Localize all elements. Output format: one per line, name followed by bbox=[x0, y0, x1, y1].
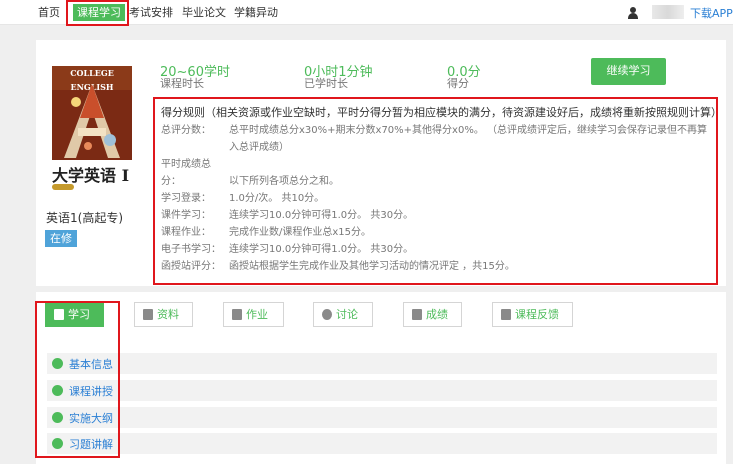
chat-bubble-icon bbox=[322, 309, 332, 320]
username-redacted bbox=[652, 5, 684, 19]
tab-materials[interactable]: 资料 bbox=[134, 302, 193, 327]
rule-label: 总评分数： bbox=[161, 125, 211, 136]
document-icon bbox=[143, 309, 153, 320]
rule-text: 函授站根据学生完成作业及其他学习活动的情况评定 ，共15分。 bbox=[229, 261, 515, 272]
cover-title: 大学英语 I bbox=[52, 166, 130, 185]
nav-home[interactable]: 首页 bbox=[38, 4, 60, 21]
list-item-exercises[interactable]: 习题讲解 bbox=[47, 433, 717, 454]
rule-row: 课件学习： 连续学习10.0分钟可得1.0分。 共30分。 bbox=[161, 207, 710, 224]
edit-icon bbox=[232, 309, 242, 320]
stat-hours-label: 课程时长 bbox=[160, 77, 204, 90]
rule-row: 函授站评分： 函授站根据学生完成作业及其他学习活动的情况评定 ，共15分。 bbox=[161, 258, 710, 275]
nav-exam-schedule[interactable]: 考试安排 bbox=[129, 4, 173, 21]
rule-text: 连续学习10.0分钟可得1.0分。 共30分。 bbox=[229, 210, 414, 221]
rule-text: 连续学习10.0分钟可得1.0分。 共30分。 bbox=[229, 244, 414, 255]
rule-label: 课件学习： bbox=[161, 210, 211, 221]
list-item-basic-info[interactable]: 基本信息 bbox=[47, 353, 717, 374]
course-name: 英语1(高起专) bbox=[46, 211, 123, 225]
highlight-box-nav bbox=[66, 0, 129, 26]
tab-label: 讨论 bbox=[336, 308, 358, 321]
rule-label: 课程作业： bbox=[161, 227, 211, 238]
rule-text: 总平时成绩总分x30%+期末分数x70%+其他得分x0%。 （总评成绩评定后，继… bbox=[229, 125, 708, 153]
rule-row: 电子书学习： 连续学习10.0分钟可得1.0分。 共30分。 bbox=[161, 241, 710, 258]
tab-feedback[interactable]: 课程反馈 bbox=[492, 302, 573, 327]
status-badge: 在修 bbox=[45, 230, 77, 247]
rule-text: 1.0分/次。 共10分。 bbox=[229, 193, 325, 204]
tab-label: 作业 bbox=[246, 308, 268, 321]
course-cover: COLLEGE ENGLISH 大学英语 I bbox=[52, 66, 132, 194]
rule-text: 完成作业数/课程作业总x15分。 bbox=[229, 227, 372, 238]
rule-label: 平时成绩总分： bbox=[161, 159, 211, 187]
rule-label: 学习登录： bbox=[161, 193, 211, 204]
rule-row: 课程作业： 完成作业数/课程作业总x15分。 bbox=[161, 224, 710, 241]
rule-row: 平时成绩总分： 以下所列各项总分之和。 bbox=[161, 156, 710, 190]
score-rules-panel: 得分规则（相关资源或作业空缺时，平时分得分暂为相应模块的满分，待资源建设好后，成… bbox=[153, 97, 722, 285]
edit-icon bbox=[501, 309, 511, 320]
tab-label: 课程反馈 bbox=[515, 308, 559, 321]
list-item-syllabus[interactable]: 实施大纲 bbox=[47, 407, 717, 428]
tab-label: 资料 bbox=[157, 308, 179, 321]
stat-score-label: 得分 bbox=[447, 77, 469, 90]
rule-label: 函授站评分： bbox=[161, 261, 221, 272]
nav-thesis[interactable]: 毕业论文 bbox=[182, 4, 226, 21]
clipboard-icon bbox=[412, 309, 422, 320]
download-app-link[interactable]: 下载APP bbox=[690, 5, 733, 21]
cover-art-icon bbox=[64, 84, 120, 158]
tab-label: 成绩 bbox=[426, 308, 448, 321]
user-icon[interactable] bbox=[628, 7, 638, 19]
highlight-box-sidebar bbox=[35, 301, 120, 458]
tab-discussion[interactable]: 讨论 bbox=[313, 302, 373, 327]
rules-title: 得分规则（相关资源或作业空缺时，平时分得分暂为相应模块的满分，待资源建设好后，成… bbox=[161, 106, 722, 119]
publisher-logo bbox=[52, 184, 74, 190]
tab-homework[interactable]: 作业 bbox=[223, 302, 284, 327]
rule-label: 电子书学习： bbox=[161, 244, 221, 255]
rule-text: 以下所列各项总分之和。 bbox=[229, 176, 339, 187]
rule-row: 总评分数： 总平时成绩总分x30%+期末分数x70%+其他得分x0%。 （总评成… bbox=[161, 122, 710, 156]
rule-row: 学习登录： 1.0分/次。 共10分。 bbox=[161, 190, 710, 207]
tab-grades[interactable]: 成绩 bbox=[403, 302, 462, 327]
stat-studied-label: 已学时长 bbox=[304, 77, 348, 90]
continue-learning-button[interactable]: 继续学习 bbox=[591, 58, 666, 85]
nav-enrollment-change[interactable]: 学籍异动 bbox=[234, 4, 278, 21]
list-item-lectures[interactable]: 课程讲授 bbox=[47, 380, 717, 401]
